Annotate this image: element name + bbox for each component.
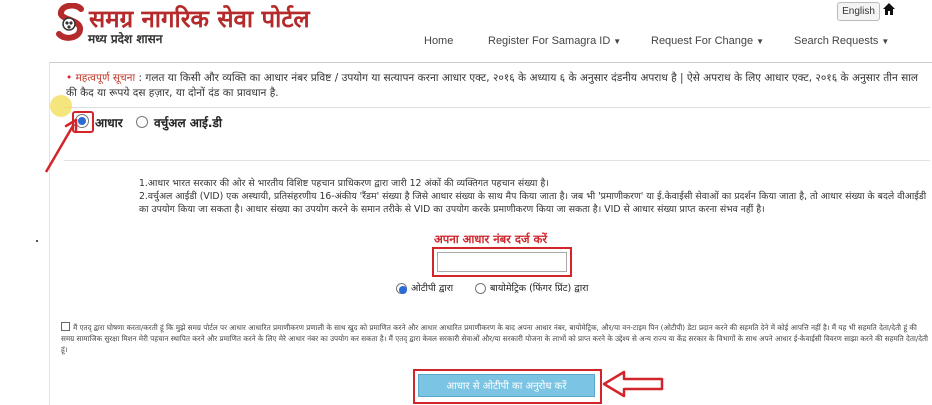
stray-dot (36, 240, 38, 242)
aadhaar-input-highlight (432, 247, 572, 277)
nav-request-change-dropdown[interactable]: Request For Change ▼ (651, 35, 764, 47)
important-notice: • महत्वपूर्ण सूचना : गलत या किसी और व्यक… (66, 71, 928, 101)
vid-option-label[interactable]: वर्चुअल आई.डी (154, 114, 222, 131)
chevron-down-icon: ▼ (881, 37, 890, 46)
consent-declaration: मैं एतद् द्वारा घोषणा करता/करती हूं कि म… (61, 322, 929, 355)
nav-register-dropdown[interactable]: Register For Samagra ID ▼ (488, 35, 621, 47)
consent-checkbox[interactable] (61, 322, 70, 331)
divider (64, 160, 930, 161)
biometric-option-label[interactable]: बायोमेट्रिक (फिंगर प्रिंट) द्वारा (490, 281, 589, 294)
nav-home[interactable]: Home (424, 35, 453, 47)
notice-text: : गलत या किसी और व्यक्ति का आधार नंबर प्… (66, 72, 919, 99)
nav-search-requests-label: Search Requests (794, 35, 879, 47)
vid-radio[interactable] (136, 116, 148, 128)
samagra-logo-icon (56, 3, 84, 41)
otp-button-highlight: आधार से ओटीपी का अनुरोध करें (413, 369, 602, 404)
portal-subtitle: मध्य प्रदेश शासन (88, 32, 163, 46)
request-otp-button[interactable]: आधार से ओटीपी का अनुरोध करें (418, 374, 595, 397)
home-icon[interactable] (882, 2, 896, 16)
aadhaar-number-heading: अपना आधार नंबर दर्ज करें (434, 232, 548, 246)
red-arrow-icon (44, 118, 78, 173)
nav-request-change-label: Request For Change (651, 35, 754, 47)
nav-search-requests-dropdown[interactable]: Search Requests ▼ (794, 35, 889, 47)
nav-register-label: Register For Samagra ID (488, 35, 611, 47)
otp-option-label[interactable]: ओटीपी द्वारा (411, 281, 453, 294)
consent-text: मैं एतद् द्वारा घोषणा करता/करती हूं कि म… (61, 323, 928, 354)
aadhaar-number-input[interactable] (437, 252, 567, 272)
notice-label: महत्वपूर्ण सूचना (75, 72, 136, 84)
info-line-1: 1.आधार भारत सरकार की ओर से भारतीय विशिष्… (139, 178, 549, 189)
info-line-2: 2.वर्चुअल आईडी (VID) एक अस्थायी, प्रतिसं… (139, 191, 927, 215)
biometric-radio[interactable] (475, 283, 486, 294)
red-arrow-icon (602, 370, 664, 398)
divider (64, 107, 930, 108)
nav-home-label: Home (424, 35, 454, 47)
aadhaar-vid-info: 1.आधार भारत सरकार की ओर से भारतीय विशिष्… (139, 177, 929, 216)
aadhaar-option-label[interactable]: आधार (95, 114, 123, 131)
language-toggle-button[interactable]: English (837, 2, 880, 21)
otp-radio[interactable] (396, 283, 407, 294)
header: समग्र नागरिक सेवा पोर्टल मध्य प्रदेश शास… (0, 0, 932, 62)
chevron-down-icon: ▼ (613, 37, 622, 46)
bullet-icon: • (66, 72, 76, 84)
chevron-down-icon: ▼ (756, 37, 765, 46)
